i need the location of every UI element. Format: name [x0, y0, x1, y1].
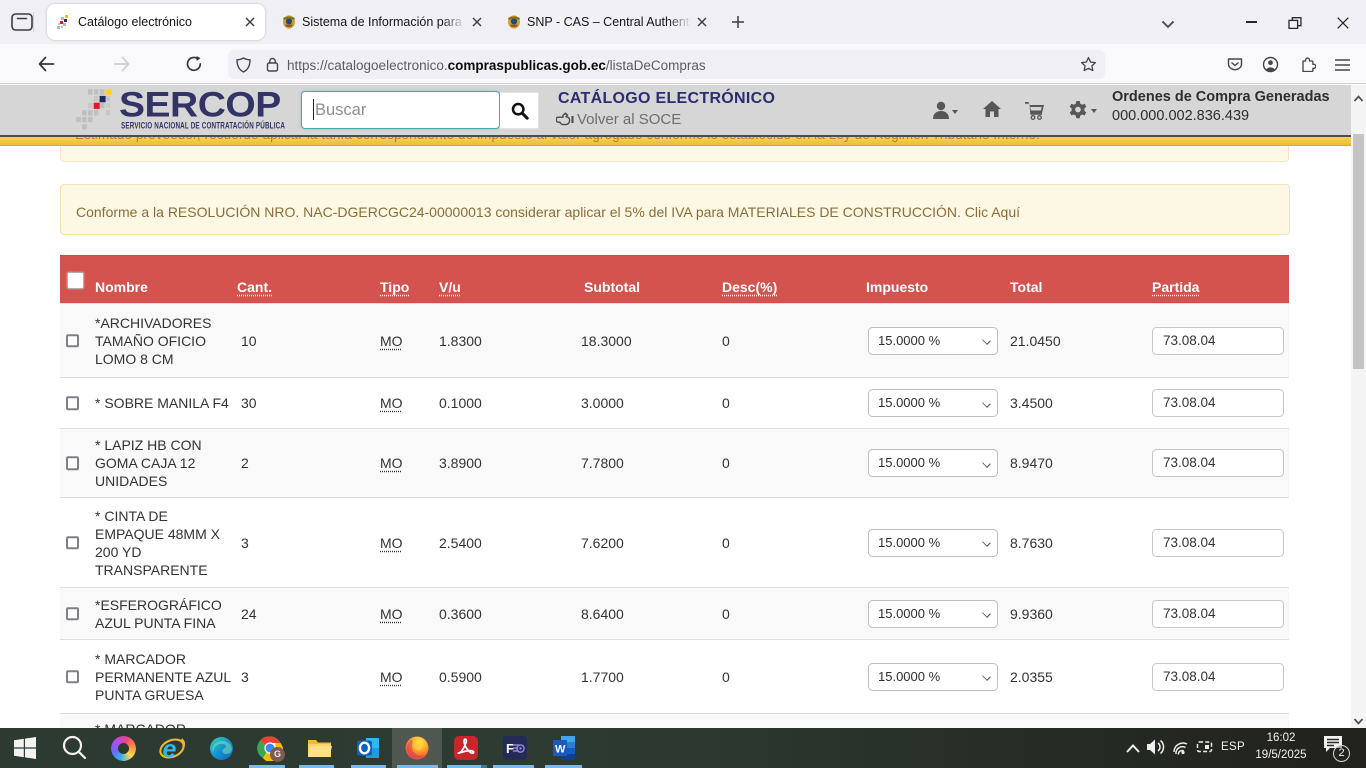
svg-text:e: e [163, 736, 177, 762]
svg-text:F: F [506, 741, 514, 756]
svg-text:W: W [555, 744, 566, 756]
